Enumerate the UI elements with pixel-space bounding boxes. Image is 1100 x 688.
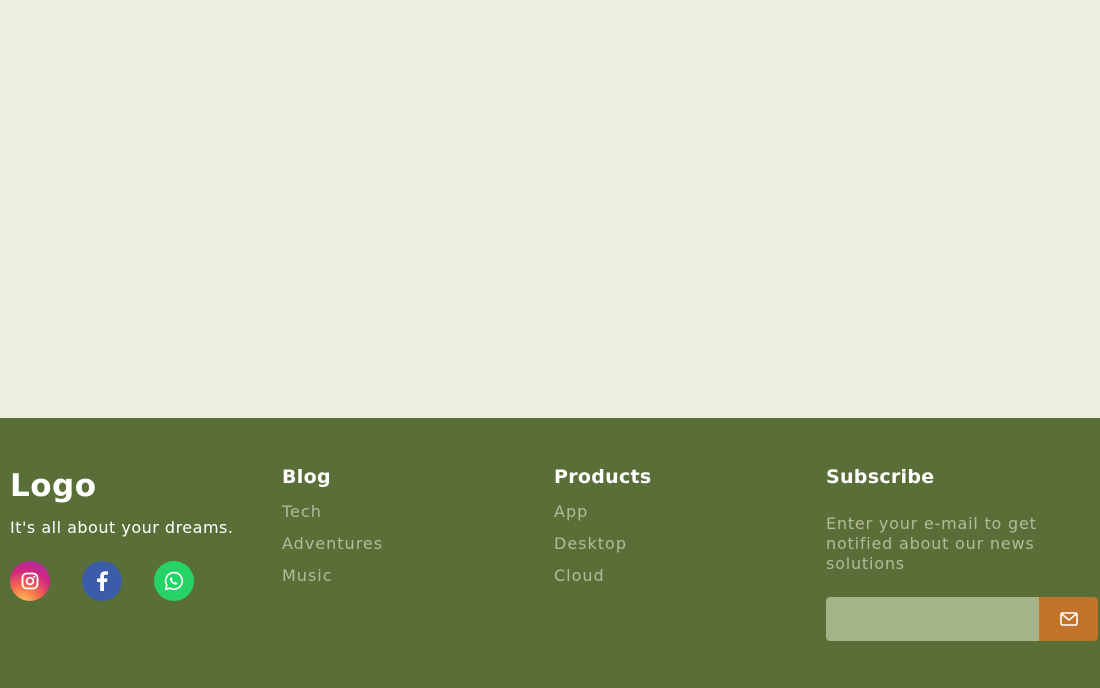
products-link-desktop[interactable]: Desktop [554,534,627,553]
blog-link-adventures[interactable]: Adventures [282,534,383,553]
email-input[interactable] [826,597,1039,641]
footer-tagline: It's all about your dreams. [10,518,234,537]
blog-heading: Blog [282,466,331,488]
subscribe-heading: Subscribe [826,466,935,488]
site-footer: Logo It's all about your dreams. Blog Te… [0,418,1100,688]
envelope-icon [1059,612,1078,626]
products-link-cloud[interactable]: Cloud [554,566,605,585]
social-links [10,561,210,601]
whatsapp-link[interactable] [154,561,194,601]
subscribe-description: Enter your e-mail to get notified about … [826,514,1037,573]
facebook-link[interactable] [82,561,122,601]
products-heading: Products [554,466,652,488]
subscribe-button[interactable] [1039,597,1098,641]
subscribe-form [826,597,1098,641]
facebook-icon [97,571,108,591]
blog-link-music[interactable]: Music [282,566,333,585]
hero-section [0,0,1100,418]
whatsapp-icon [164,571,183,591]
instagram-link[interactable] [10,561,50,601]
footer-logo[interactable]: Logo [10,468,97,504]
instagram-icon [21,572,39,590]
products-link-app[interactable]: App [554,502,588,521]
blog-link-tech[interactable]: Tech [282,502,322,521]
